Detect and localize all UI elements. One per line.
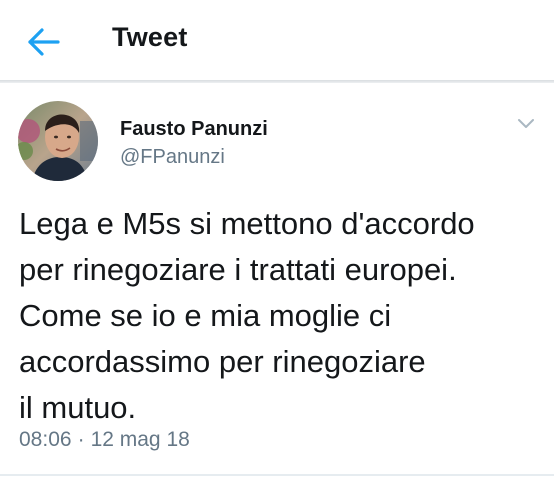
tweet-menu-button[interactable] [513, 112, 539, 134]
tweet-text-line: Lega e M5s si mettono d'accordo [19, 206, 475, 241]
tweet-text-line: accordassimo per rinegoziare [19, 344, 426, 379]
avatar[interactable] [18, 101, 98, 181]
page-title: Tweet [112, 22, 188, 52]
tweet-time: 08:06 [19, 428, 72, 451]
tweet-timestamp: 08:06 · 12 mag 18 [19, 428, 190, 452]
tweet-text-line: per rinegoziare i trattati europei. [19, 252, 457, 287]
back-button[interactable] [24, 24, 64, 60]
header-divider [0, 80, 554, 83]
arrow-left-icon [28, 28, 60, 56]
author-handle[interactable]: @FPanunzi [120, 146, 225, 169]
profile-photo [18, 101, 98, 181]
tweet-text-line: il mutuo. [19, 390, 137, 425]
tweet-detail-screen: Tweet Fausto Panunzi @FPanunzi Lega e M5… [0, 0, 554, 480]
timestamp-separator: · [77, 428, 85, 451]
author-name[interactable]: Fausto Panunzi [120, 118, 268, 141]
tweet-text: Lega e M5s si mettono d'accordo per rine… [19, 201, 539, 431]
tweet-text-line: Come se io e mia moglie ci [19, 298, 392, 333]
tweet-date: 12 mag 18 [90, 428, 190, 451]
bottom-divider [0, 474, 554, 476]
chevron-down-icon [518, 119, 534, 128]
app-header: Tweet [0, 0, 554, 80]
